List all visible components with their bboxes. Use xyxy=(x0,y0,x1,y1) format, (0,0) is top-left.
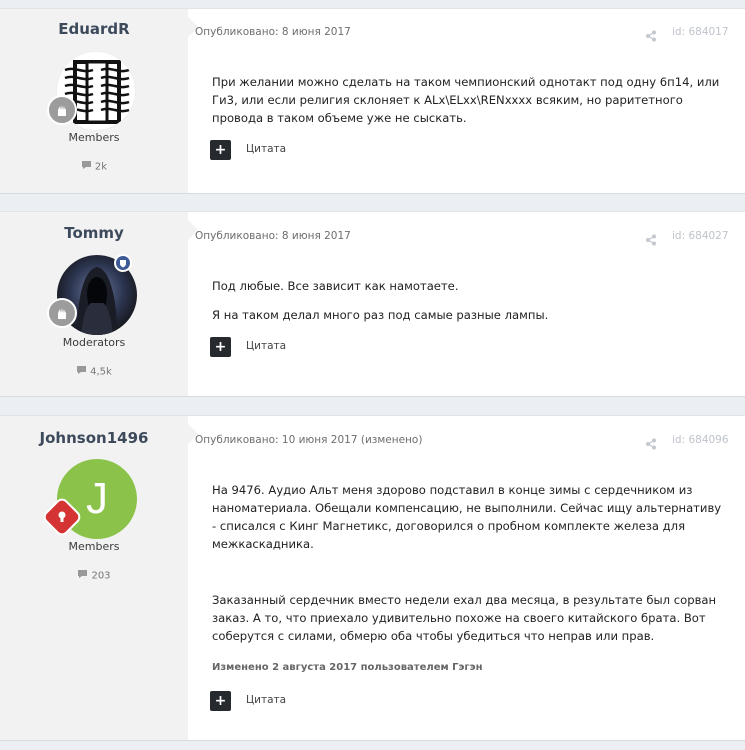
post-paragraph: Заказанный сердечник вместо недели ехал … xyxy=(212,593,717,643)
post-id: id: 684017 xyxy=(672,26,729,38)
share-icon[interactable] xyxy=(645,435,657,454)
multiquote-add-button[interactable]: + xyxy=(210,691,231,711)
publish-date[interactable]: Опубликовано: 8 июня 2017 xyxy=(195,230,351,242)
member-group: Members xyxy=(68,540,120,553)
comment-icon xyxy=(77,569,88,582)
member-group: Moderators xyxy=(62,336,126,349)
post-count: 2k xyxy=(0,160,188,173)
member-group: Members xyxy=(68,131,120,144)
post-id: id: 684096 xyxy=(672,434,729,446)
post-684017: EduardR Members 2k Опубликовано: 8 июня … xyxy=(0,8,745,194)
rank-icon xyxy=(47,298,77,328)
quote-button[interactable]: Цитата xyxy=(246,340,286,352)
author-name[interactable]: Tommy xyxy=(0,224,188,242)
author-panel: Johnson1496 J Members 203 xyxy=(0,416,198,740)
post-paragraph: Под любые. Все зависит как намотаете. xyxy=(212,279,459,293)
avatar-letter: J xyxy=(86,474,108,523)
share-icon[interactable] xyxy=(645,231,657,250)
post-paragraph: На 9476. Аудио Альт меня здорово подстав… xyxy=(212,483,722,551)
quote-button[interactable]: Цитата xyxy=(246,694,286,706)
share-icon[interactable] xyxy=(645,27,657,46)
multiquote-add-button[interactable]: + xyxy=(210,140,231,160)
comment-icon xyxy=(81,160,92,173)
edited-note: Изменено 2 августа 2017 пользователем Гэ… xyxy=(212,662,483,673)
post-body: При желании можно сделать на таком чемпи… xyxy=(212,73,722,127)
post-paragraph: Я на таком делал много раз под самые раз… xyxy=(212,308,549,322)
post-count: 203 xyxy=(0,569,188,582)
author-name[interactable]: EduardR xyxy=(0,20,188,38)
author-panel: EduardR Members 2k xyxy=(0,9,198,193)
post-count: 4,5k xyxy=(0,365,188,378)
multiquote-add-button[interactable]: + xyxy=(210,337,231,357)
post-body: Под любые. Все зависит как намотаете. Я … xyxy=(212,277,722,324)
moderator-badge-icon xyxy=(114,254,132,272)
quote-button[interactable]: Цитата xyxy=(246,143,286,155)
comment-icon xyxy=(76,365,87,378)
publish-date[interactable]: Опубликовано: 8 июня 2017 xyxy=(195,26,351,38)
post-684096: Johnson1496 J Members 203 Опубликовано: … xyxy=(0,415,745,741)
publish-date[interactable]: Опубликовано: 10 июня 2017 (изменено) xyxy=(195,434,422,446)
author-panel: Tommy Moderators 4,5k xyxy=(0,212,198,396)
post-684027: Tommy Moderators 4,5k Опубликовано: 8 ию… xyxy=(0,211,745,397)
rank-icon xyxy=(47,95,77,125)
author-name[interactable]: Johnson1496 xyxy=(0,429,188,447)
post-id: id: 684027 xyxy=(672,230,729,242)
post-paragraph: При желании можно сделать на таком чемпи… xyxy=(212,75,720,125)
post-body: На 9476. Аудио Альт меня здорово подстав… xyxy=(212,481,722,645)
